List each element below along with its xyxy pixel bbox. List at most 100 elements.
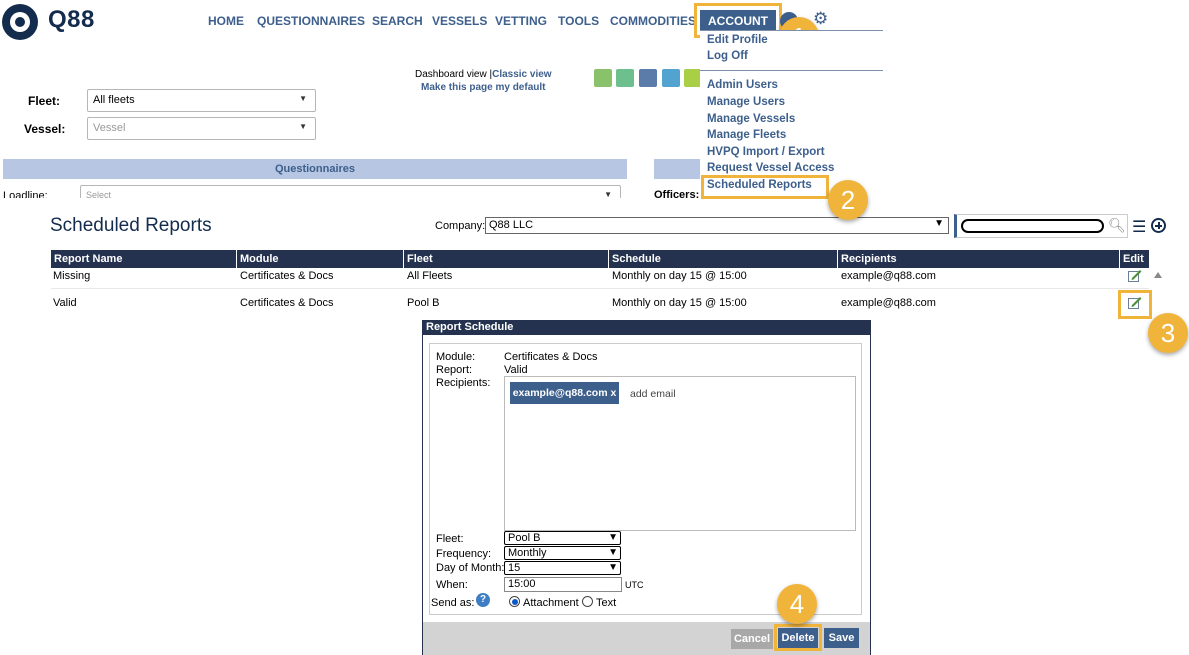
company-select-value: Q88 LLC [489,219,534,231]
edit-toolbar-icon[interactable] [594,69,612,87]
col-edit: Edit [1120,250,1149,268]
table-cell-recipients: example@q88.com [841,270,936,282]
send-as-attachment-label[interactable]: Attachment [523,597,579,609]
dialog-fleet-label: Fleet: [436,533,464,545]
send-as-text-label[interactable]: Text [596,597,616,609]
search-input[interactable] [961,219,1104,233]
delete-highlight [774,624,822,651]
frequency-label: Frequency: [436,548,492,560]
when-time-input[interactable]: 15:00 [504,577,622,592]
fleet-label: Fleet: [28,94,61,108]
when-label: When: [436,579,468,591]
add-email-input[interactable]: add email [630,388,676,400]
row-divider [51,288,1149,289]
nav-questionnaires[interactable]: QUESTIONNAIRES [257,14,365,28]
send-as-text-radio[interactable] [582,596,593,607]
nav-commodities[interactable]: COMMODITIES [610,14,696,28]
scheduled-reports-highlight [701,175,829,199]
menu-hvpq-import-export[interactable]: HVPQ Import / Export [707,146,825,158]
chevron-down-icon: ▼ [608,532,618,543]
col-module[interactable]: Module [237,250,403,268]
report-label: Report: [436,364,473,376]
list-icon[interactable]: ☰ [1132,217,1146,237]
search-box: 🔍︎ [954,214,1128,238]
recipient-chip[interactable]: example@q88.com x [510,382,619,404]
fleet-select-value: All fleets [93,94,135,106]
chevron-down-icon: ▼ [608,547,618,558]
questionnaires-header: Questionnaires [3,159,627,179]
dashboard-view-text: Dashboard view | [415,69,493,80]
send-as-attachment-radio[interactable] [509,596,520,607]
company-label: Company: [435,220,486,232]
menu-edit-profile[interactable]: Edit Profile [707,34,768,46]
cancel-button[interactable]: Cancel [731,629,773,649]
table-cell-fleet: Pool B [407,297,440,309]
frequency-select[interactable]: Monthly ▼ [504,546,621,560]
table-cell-module: Certificates & Docs [240,270,334,282]
col-fleet[interactable]: Fleet [404,250,608,268]
leaf-toolbar-icon[interactable] [616,69,634,87]
send-as-label: Send as: [431,597,475,609]
edit-icon[interactable] [1128,269,1142,282]
menu-log-off[interactable]: Log Off [707,50,748,62]
edit-highlight [1118,290,1152,319]
menu-manage-users[interactable]: Manage Users [707,96,785,108]
vessel-select[interactable]: Vessel ▼ [87,117,316,140]
target-toolbar-icon[interactable] [639,69,657,87]
dropdown-divider [700,70,883,71]
chevron-down-icon: ▼ [608,562,618,573]
menu-manage-fleets[interactable]: Manage Fleets [707,129,786,141]
vessel-select-placeholder: Vessel [93,122,126,134]
nav-vessels[interactable]: VESSELS [432,14,487,28]
col-recipients[interactable]: Recipients [838,250,1119,268]
dialog-fleet-select[interactable]: Pool B ▼ [504,531,621,545]
scroll-up-icon[interactable] [1154,272,1162,278]
dialog-title: Report Schedule [423,320,870,335]
recipients-label: Recipients: [436,377,491,389]
module-value: Certificates & Docs [504,351,598,363]
vessel-label: Vessel: [24,122,66,136]
chevron-down-icon: ▼ [299,94,307,103]
dialog-fleet-value: Pool B [508,532,541,544]
table-cell-module: Certificates & Docs [240,297,334,309]
info-toolbar-icon[interactable] [662,69,680,87]
step-badge-3: 3 [1148,313,1188,353]
nav-tools[interactable]: TOOLS [558,14,599,28]
company-select[interactable]: Q88 LLC ▼ [485,217,949,234]
col-report-name[interactable]: Report Name [51,250,236,268]
search-icon[interactable]: 🔍︎ [1108,217,1126,234]
table-cell-recipients: example@q88.com [841,297,936,309]
save-button[interactable]: Save [824,628,859,648]
day-of-month-select[interactable]: 15 ▼ [504,561,621,575]
timezone-label: UTC [625,580,644,590]
chevron-down-icon: ▼ [934,218,944,229]
table-cell-report-name[interactable]: Valid [53,297,77,309]
table-cell-fleet: All Fleets [407,270,453,282]
chevron-down-icon: ▼ [299,122,307,131]
frequency-value: Monthly [508,547,547,559]
menu-admin-users[interactable]: Admin Users [707,79,778,91]
nav-home[interactable]: HOME [208,14,244,28]
nav-vetting[interactable]: VETTING [495,14,547,28]
classic-view-link[interactable]: Classic view [492,69,551,80]
dashboard-view-switch: Dashboard view |Classic view [415,69,552,80]
table-cell-schedule: Monthly on day 15 @ 15:00 [612,297,747,309]
fleet-select[interactable]: All fleets ▼ [87,89,316,112]
menu-manage-vessels[interactable]: Manage Vessels [707,113,795,125]
add-icon[interactable] [1151,218,1166,233]
col-schedule[interactable]: Schedule [609,250,837,268]
report-value: Valid [504,364,528,376]
make-default-link[interactable]: Make this page my default [421,82,545,93]
step-badge-2: 2 [828,180,868,220]
table-cell-schedule: Monthly on day 15 @ 15:00 [612,270,747,282]
officers-section-header [654,159,704,179]
dropdown-top-divider [700,30,883,31]
nav-search[interactable]: SEARCH [372,14,423,28]
table-cell-report-name[interactable]: Missing [53,270,90,282]
menu-request-vessel-access[interactable]: Request Vessel Access [707,162,834,174]
day-of-month-label: Day of Month: [436,562,505,574]
q88-logo-icon[interactable] [2,4,38,40]
brand-name[interactable]: Q88 [48,6,95,34]
question-icon[interactable]: ? [476,593,490,607]
step-badge-4: 4 [777,584,817,624]
